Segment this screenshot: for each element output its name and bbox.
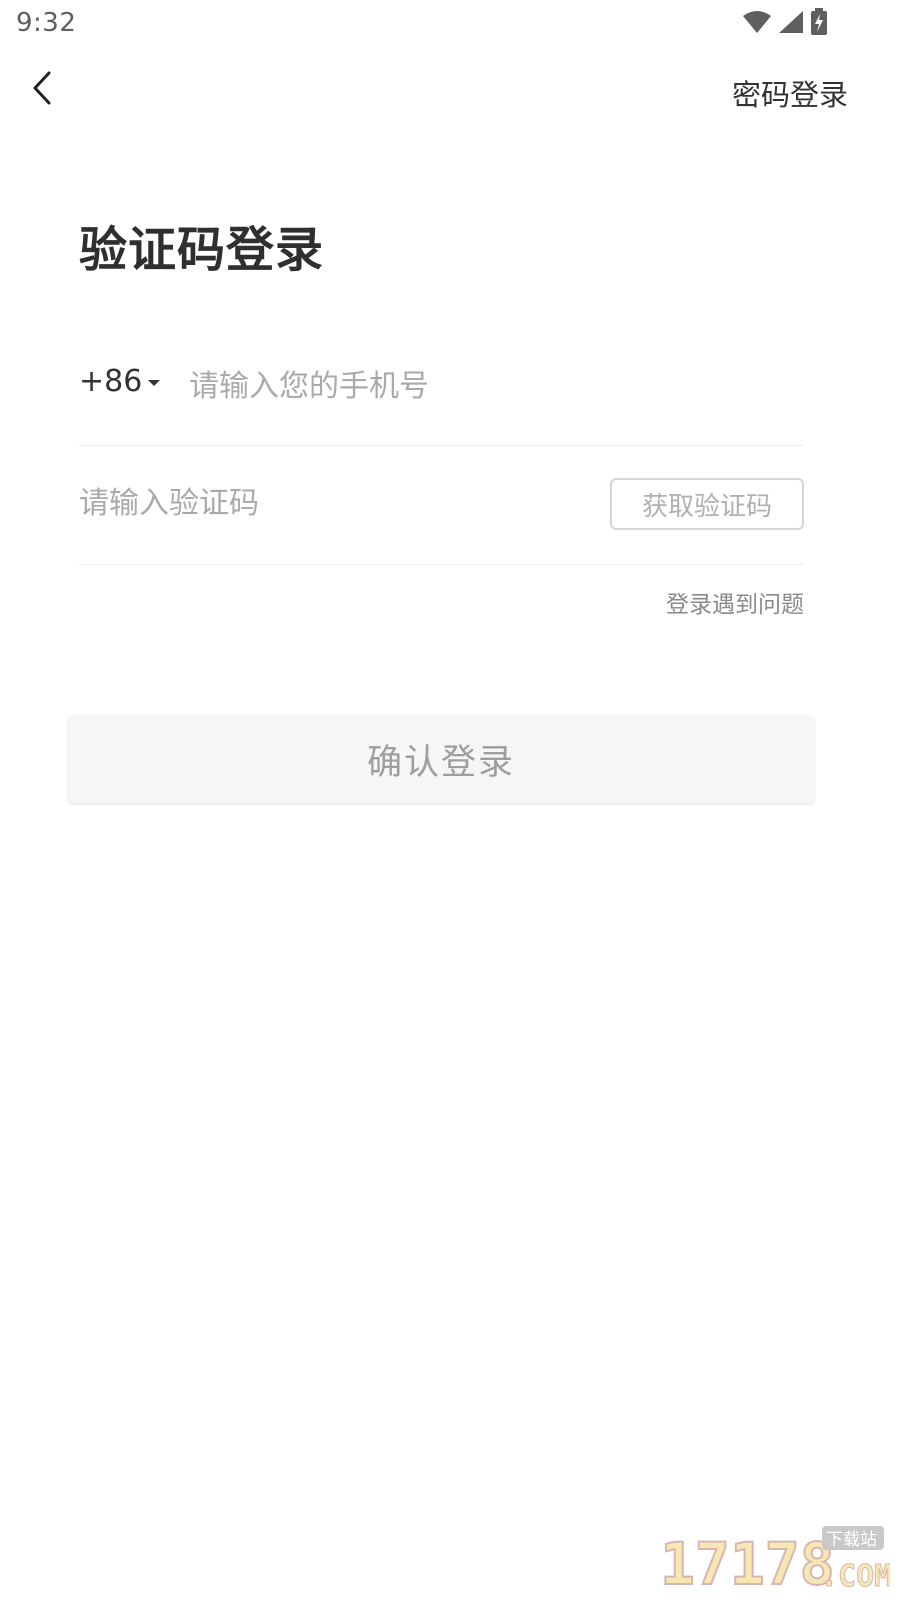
status-time: 9:32	[16, 8, 77, 38]
status-icons	[742, 8, 828, 40]
phone-row: +86	[79, 350, 804, 446]
svg-text:17178: 17178	[660, 1530, 835, 1592]
country-code-selector[interactable]: +86	[79, 364, 161, 399]
phone-input[interactable]	[189, 358, 789, 414]
confirm-login-button[interactable]: 确认登录	[68, 716, 814, 803]
password-login-link[interactable]: 密码登录	[732, 72, 848, 114]
page-title: 验证码登录	[79, 222, 325, 278]
login-page: 9:32 密码登录 验证码登录 +86 请输入您的手机号 请输入验证码 获取验证…	[0, 0, 900, 1600]
verification-code-input[interactable]	[79, 475, 579, 531]
country-code-label: +86	[79, 364, 143, 399]
code-row: 获取验证码	[79, 445, 804, 565]
login-help-link[interactable]: 登录遇到问题	[666, 585, 804, 619]
site-watermark-logo: 17178 下载站 .COM	[659, 1522, 893, 1599]
svg-text:下载站: 下载站	[826, 1530, 877, 1550]
back-button[interactable]	[20, 68, 64, 112]
caret-down-icon	[148, 379, 161, 386]
signal-icon	[778, 10, 804, 38]
svg-text:.COM: .COM	[820, 1559, 890, 1592]
battery-charging-icon	[810, 8, 828, 40]
wifi-icon	[742, 10, 772, 38]
status-bar: 9:32	[0, 0, 900, 48]
get-code-button[interactable]: 获取验证码	[610, 478, 804, 530]
chevron-left-icon	[30, 71, 54, 109]
